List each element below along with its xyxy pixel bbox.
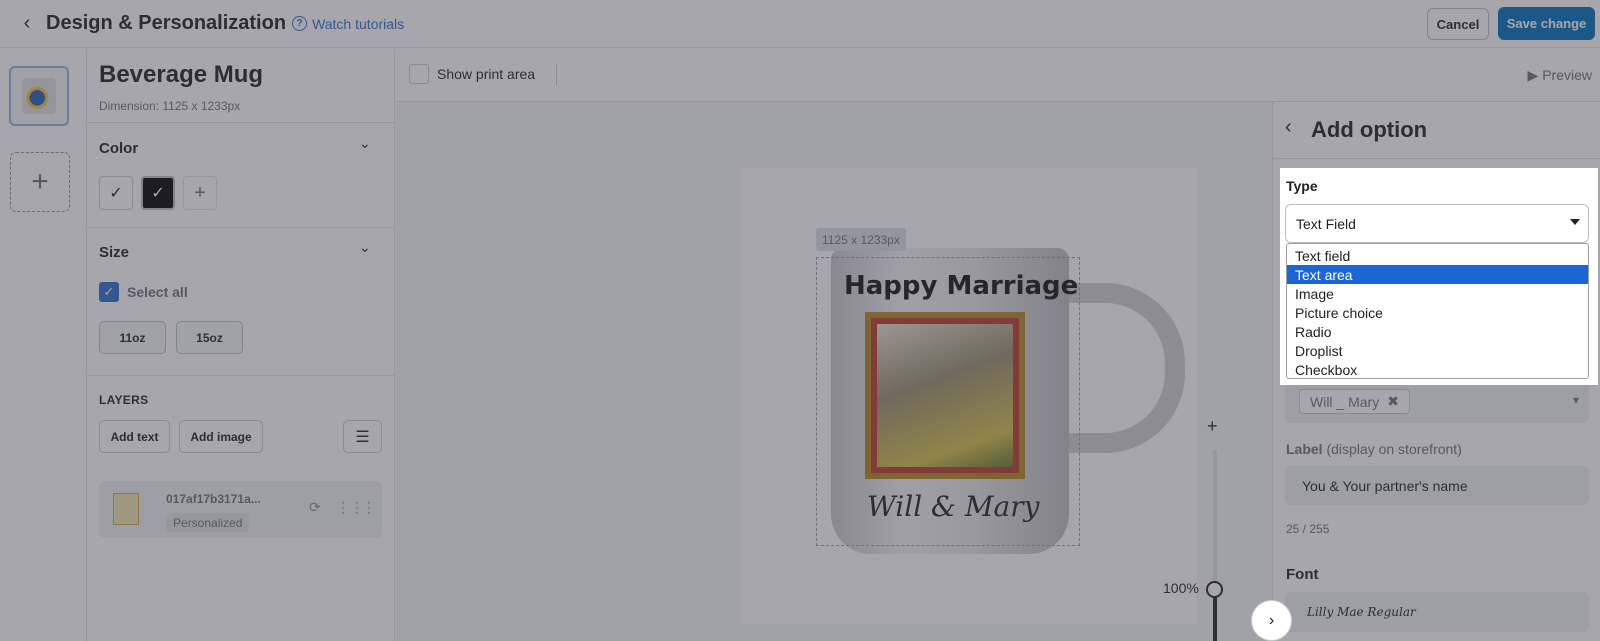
chevron-right-icon[interactable]: › [1251, 600, 1292, 641]
type-option-text-field[interactable]: Text field [1287, 246, 1588, 265]
caret-down-icon [1570, 219, 1580, 225]
type-option-image[interactable]: Image [1287, 284, 1588, 303]
type-select[interactable]: Text Field [1285, 204, 1589, 243]
type-option-picture-choice[interactable]: Picture choice [1287, 303, 1588, 322]
type-option-radio[interactable]: Radio [1287, 322, 1588, 341]
type-dropdown-list: Text field Text area Image Picture choic… [1286, 243, 1589, 379]
type-option-text-area[interactable]: Text area [1287, 265, 1588, 284]
type-option-checkbox[interactable]: Checkbox [1287, 360, 1588, 379]
type-label: Type [1286, 178, 1318, 194]
type-field-highlight: Type Text Field Text field Text area Ima… [1280, 168, 1598, 385]
type-option-droplist[interactable]: Droplist [1287, 341, 1588, 360]
type-selected-value: Text Field [1296, 215, 1356, 232]
